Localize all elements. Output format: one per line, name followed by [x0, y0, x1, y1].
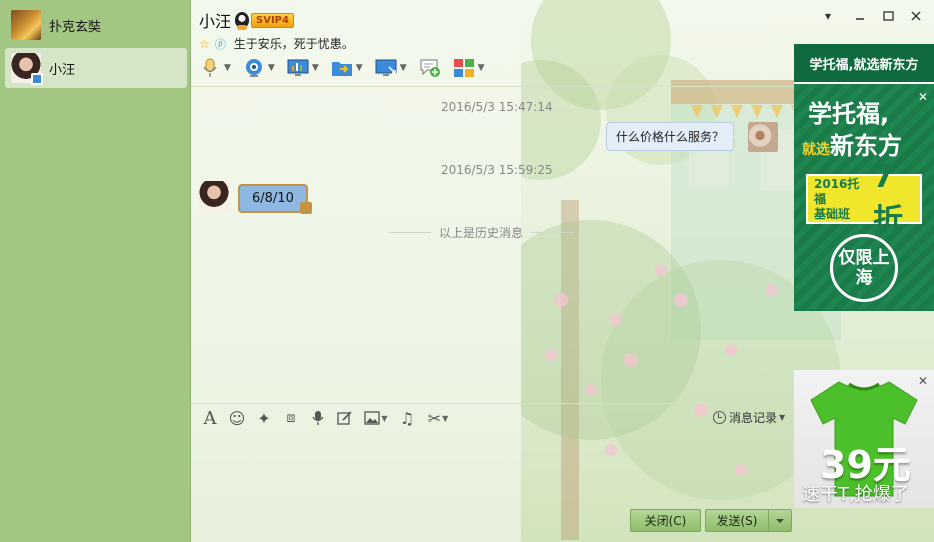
- device-badge-icon: [31, 73, 43, 85]
- advertisement-banner-2[interactable]: 39元 速干T,抢爆了 ✕: [794, 370, 934, 508]
- my-avatar[interactable]: [748, 122, 778, 152]
- contact-sidebar: 扑克玄奘 小汪: [0, 0, 191, 542]
- ad-header: 学托福,就选新东方: [794, 44, 934, 84]
- magic-icon[interactable]: ✦: [253, 407, 275, 429]
- advertisement-banner-1[interactable]: 学托福,就选新东方 学托福, 就选新东方 2016托福 基础班 7折 仅限上海 …: [794, 44, 934, 311]
- chevron-down-icon[interactable]: ▾: [819, 8, 837, 24]
- minimize-icon[interactable]: [851, 8, 869, 24]
- clock-icon: [713, 411, 726, 424]
- close-icon[interactable]: ✕: [916, 374, 930, 388]
- message-text: 6/8/10: [252, 191, 294, 206]
- ad-discount: 7折: [873, 159, 904, 238]
- message-timestamp: 2016/5/3 15:59:25: [441, 163, 553, 177]
- outgoing-message-bubble[interactable]: 什么价格什么服务？: [606, 122, 735, 151]
- microphone-icon: [199, 57, 221, 79]
- ad-offer-line-1: 2016托福: [814, 176, 860, 206]
- chevron-down-icon[interactable]: ▼: [268, 63, 275, 73]
- apps-button[interactable]: ▼: [453, 57, 485, 79]
- send-options-button[interactable]: [768, 509, 792, 532]
- add-chat-icon: [419, 57, 441, 79]
- history-divider-label: 以上是历史消息: [439, 226, 524, 240]
- chevron-down-icon: ▼: [381, 413, 388, 423]
- music-icon[interactable]: ♫: [396, 407, 418, 429]
- video-call-button[interactable]: ▼: [243, 57, 275, 79]
- chevron-down-icon[interactable]: ▼: [478, 63, 485, 73]
- ad-subtitle: 速干T,抢爆了: [802, 484, 909, 505]
- remote-desktop-icon: [375, 57, 397, 79]
- sidebar-item-contact-1[interactable]: 小汪: [5, 48, 187, 88]
- screenshot-icon[interactable]: ⧈: [280, 407, 302, 429]
- screen-share-button[interactable]: ▼: [287, 57, 319, 79]
- ad-headline: 学托福,: [808, 100, 890, 128]
- file-transfer-button[interactable]: ▼: [331, 57, 363, 79]
- maximize-icon[interactable]: [879, 8, 897, 24]
- contact-title: 小汪: [199, 12, 232, 31]
- contact-avatar[interactable]: [199, 181, 229, 211]
- ad-offer-text: 2016托福 基础班: [814, 177, 867, 222]
- bubble-decoration-icon: [299, 202, 312, 214]
- contact-name: 小汪: [49, 62, 76, 78]
- signature-text: 生于安乐，死于忧患。: [233, 37, 354, 51]
- ad-offer-panel: 2016托福 基础班 7折: [806, 160, 922, 238]
- history-divider: 以上是历史消息: [381, 224, 581, 241]
- chevron-down-icon[interactable]: ▼: [312, 63, 319, 73]
- chat-toolbar: ▼ ▼ ▼ ▼ ▼ ▼: [199, 55, 497, 81]
- contact-name: 扑克玄奘: [49, 19, 102, 35]
- chevron-down-icon: ▼: [779, 413, 786, 422]
- vip-indicator[interactable]: SVIP4: [235, 12, 294, 30]
- ad-stamp: 仅限上海: [830, 234, 898, 302]
- signature-row: ☆ ⓟ 生于安乐，死于忧患。: [199, 35, 354, 52]
- apps-icon: [453, 57, 475, 79]
- add-chat-button[interactable]: [419, 57, 441, 79]
- video-camera-icon: [243, 57, 265, 79]
- emoji-icon[interactable]: ☺: [226, 407, 248, 429]
- input-divider: [191, 403, 791, 404]
- message-history-button[interactable]: 消息记录 ▼: [713, 409, 785, 426]
- chevron-down-icon[interactable]: ▼: [224, 63, 231, 73]
- close-icon[interactable]: ✕: [916, 90, 930, 104]
- incoming-message-bubble[interactable]: 6/8/10: [238, 184, 312, 214]
- remote-desktop-button[interactable]: ▼: [375, 57, 407, 79]
- user-avatar-icon: [11, 53, 43, 85]
- chevron-down-icon[interactable]: ▼: [356, 63, 363, 73]
- message-history-label: 消息记录: [729, 411, 778, 425]
- ad-headline-2: 就选新东方: [802, 126, 902, 161]
- screen-share-icon: [287, 57, 309, 79]
- divider-line: [389, 232, 431, 233]
- scissors-icon[interactable]: ✂ ▼: [423, 407, 453, 429]
- chevron-down-icon[interactable]: ▼: [400, 63, 407, 73]
- close-button[interactable]: 关闭(C): [630, 509, 701, 532]
- group-avatar-icon: [11, 10, 41, 40]
- sidebar-item-contact-0[interactable]: 扑克玄奘: [5, 5, 187, 45]
- edit-icon[interactable]: [334, 407, 356, 429]
- ad-body: 学托福, 就选新东方 2016托福 基础班 7折 仅限上海: [794, 84, 934, 309]
- ad-offer-line-2: 基础班: [814, 206, 851, 221]
- qzone-icon[interactable]: ⓟ: [215, 36, 226, 52]
- chevron-down-icon: ▼: [442, 413, 449, 423]
- star-icon[interactable]: ☆: [199, 37, 210, 51]
- image-icon[interactable]: ▼: [361, 407, 391, 429]
- ad-headline-small: 就选: [802, 142, 830, 158]
- vip-badge: SVIP4: [251, 12, 294, 28]
- input-toolbar: A ☺ ✦ ⧈ ▼ ♫ ✂ ▼: [199, 406, 458, 430]
- message-timestamp: 2016/5/3 15:47:14: [441, 100, 553, 114]
- file-transfer-icon: [331, 57, 353, 79]
- voice-call-button[interactable]: ▼: [199, 57, 231, 79]
- qq-penguin-icon: [235, 12, 250, 30]
- close-icon[interactable]: [907, 8, 925, 24]
- voice-icon[interactable]: [307, 407, 329, 429]
- ad-headline-brand: 新东方: [830, 132, 902, 160]
- chat-title: 小汪 SVIP4: [199, 8, 294, 32]
- send-button[interactable]: 发送(S): [705, 509, 768, 532]
- divider-line: [531, 232, 574, 233]
- font-icon[interactable]: A: [199, 407, 221, 429]
